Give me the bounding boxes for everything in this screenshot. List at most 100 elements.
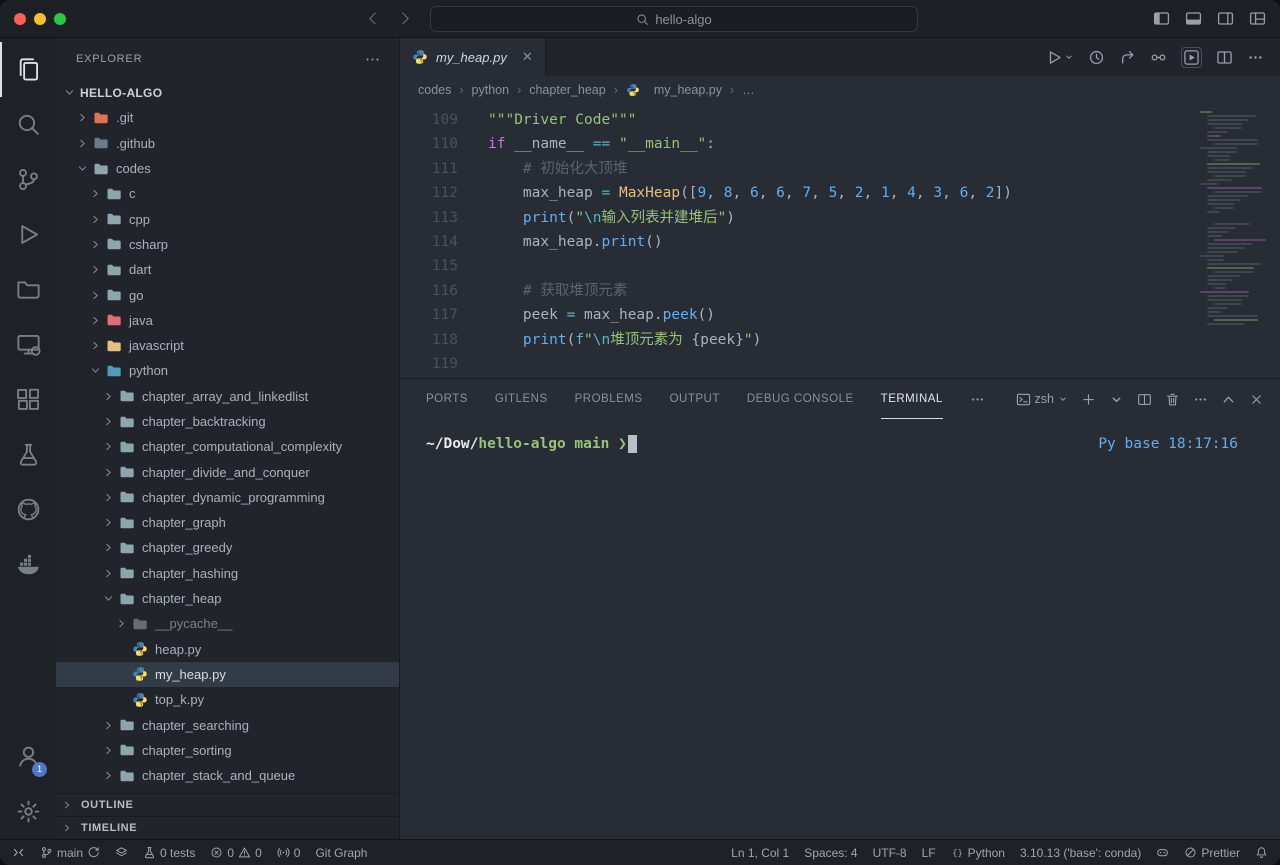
tree-item-chapter-backtracking[interactable]: chapter_backtracking xyxy=(56,409,399,434)
code-line-118[interactable]: 118 print(f"\n堆顶元素为 {peek}") xyxy=(400,328,1280,352)
tree-item-dart[interactable]: dart xyxy=(56,257,399,282)
tree-item-chapter-searching[interactable]: chapter_searching xyxy=(56,712,399,737)
code-line-117[interactable]: 117 peek = max_heap.peek() xyxy=(400,303,1280,327)
activity-project-manager[interactable] xyxy=(0,262,56,317)
activity-settings[interactable] xyxy=(0,784,56,839)
code-line-115[interactable]: 115 xyxy=(400,254,1280,278)
toggle-primary-sidebar-icon[interactable] xyxy=(1153,10,1170,27)
run-python-file-button[interactable] xyxy=(1046,49,1074,66)
panel-tab-debug-console[interactable]: DEBUG CONSOLE xyxy=(747,379,854,419)
tree-item-javascript[interactable]: javascript xyxy=(56,333,399,358)
tree-item-cpp[interactable]: cpp xyxy=(56,206,399,231)
code-line-112[interactable]: 112 max_heap = MaxHeap([9, 8, 6, 6, 7, 5… xyxy=(400,181,1280,205)
tree-item-top-k-py[interactable]: top_k.py xyxy=(56,687,399,712)
toggle-secondary-sidebar-icon[interactable] xyxy=(1217,10,1234,27)
run-or-debug-button[interactable] xyxy=(1181,47,1202,68)
tree-item-chapter-divide-and-conquer[interactable]: chapter_divide_and_conquer xyxy=(56,459,399,484)
tree-item-chapter-dynamic-programming[interactable]: chapter_dynamic_programming xyxy=(56,485,399,510)
breadcrumb-python[interactable]: python xyxy=(472,83,510,97)
status-problems-status[interactable]: 00 xyxy=(210,846,261,860)
code-line-119[interactable]: 119 xyxy=(400,352,1280,376)
section-timeline[interactable]: TIMELINE xyxy=(56,816,399,839)
status-cursor-position[interactable]: Ln 1, Col 1 xyxy=(731,846,789,860)
activity-accounts[interactable]: 1 xyxy=(0,729,56,784)
section-outline[interactable]: OUTLINE xyxy=(56,793,399,816)
status-python-interpreter[interactable]: 3.10.13 ('base': conda) xyxy=(1020,846,1141,860)
tree-item-hello-algo[interactable]: HELLO-ALGO xyxy=(56,80,399,105)
activity-github[interactable] xyxy=(0,482,56,537)
file-history-button[interactable] xyxy=(1088,49,1105,66)
tree-item-csharp[interactable]: csharp xyxy=(56,232,399,257)
status-eol[interactable]: LF xyxy=(922,846,936,860)
status-remote-indicator[interactable] xyxy=(12,846,25,859)
tree-item-my-heap-py[interactable]: my_heap.py xyxy=(56,662,399,687)
more-actions-button[interactable] xyxy=(1247,49,1264,66)
tree-item-c[interactable]: c xyxy=(56,181,399,206)
tree-item-git[interactable]: .git xyxy=(56,105,399,130)
status-notifications[interactable] xyxy=(1255,846,1268,859)
minimize-window-button[interactable] xyxy=(34,13,46,25)
compare-button[interactable] xyxy=(1150,49,1167,66)
tree-item-java[interactable]: java xyxy=(56,308,399,333)
status-prettier-status[interactable]: Prettier xyxy=(1184,846,1240,860)
tree-item-github[interactable]: .github xyxy=(56,131,399,156)
new-terminal-dropdown-button[interactable] xyxy=(1109,392,1124,407)
status-tests-status[interactable]: 0 tests xyxy=(143,846,195,860)
zoom-window-button[interactable] xyxy=(54,13,66,25)
activity-remote-explorer[interactable] xyxy=(0,317,56,372)
code-line-113[interactable]: 113 print("\n输入列表并建堆后") xyxy=(400,206,1280,230)
terminal-more-actions-button[interactable] xyxy=(1193,392,1208,407)
minimap[interactable] xyxy=(1200,103,1274,327)
activity-explorer[interactable] xyxy=(0,42,56,97)
activity-search[interactable] xyxy=(0,97,56,152)
forward-icon[interactable] xyxy=(397,10,414,27)
tree-item-pycache[interactable]: __pycache__ xyxy=(56,611,399,636)
toggle-panel-icon[interactable] xyxy=(1185,10,1202,27)
activity-extensions[interactable] xyxy=(0,372,56,427)
command-center-search[interactable]: hello-algo xyxy=(430,6,918,32)
panel-tab-gitlens[interactable]: GITLENS xyxy=(495,379,548,419)
tab-my-heap-py[interactable]: my_heap.py ✕ xyxy=(400,38,546,76)
customize-layout-icon[interactable] xyxy=(1249,10,1266,27)
tree-item-chapter-hashing[interactable]: chapter_hashing xyxy=(56,561,399,586)
status-indentation[interactable]: Spaces: 4 xyxy=(804,846,857,860)
tree-item-go[interactable]: go xyxy=(56,282,399,307)
panel-tab-ports[interactable]: PORTS xyxy=(426,379,468,419)
status-language-mode[interactable]: {}Python xyxy=(951,846,1005,860)
split-editor-button[interactable] xyxy=(1216,49,1233,66)
panel-more-tabs-icon[interactable] xyxy=(970,379,985,419)
breadcrumb-codes[interactable]: codes xyxy=(418,83,451,97)
code-editor[interactable]: 109"""Driver Code"""110if __name__ == "_… xyxy=(400,103,1280,378)
tree-item-chapter-graph[interactable]: chapter_graph xyxy=(56,510,399,535)
tree-item-chapter-sorting[interactable]: chapter_sorting xyxy=(56,738,399,763)
tree-item-heap-py[interactable]: heap.py xyxy=(56,637,399,662)
terminal[interactable]: ~/Dow/hello-algo main ❯ Py base 18:17:16 xyxy=(400,419,1280,839)
tree-item-codes[interactable]: codes xyxy=(56,156,399,181)
code-line-116[interactable]: 116 # 获取堆顶元素 xyxy=(400,279,1280,303)
code-line-110[interactable]: 110if __name__ == "__main__": xyxy=(400,132,1280,156)
status-git-graph[interactable]: Git Graph xyxy=(315,846,367,860)
activity-run-debug[interactable] xyxy=(0,207,56,262)
status-branch-status[interactable]: main xyxy=(40,846,100,860)
panel-tab-output[interactable]: OUTPUT xyxy=(670,379,720,419)
panel-tab-terminal[interactable]: TERMINAL xyxy=(881,379,943,419)
breadcrumb-chapter-heap[interactable]: chapter_heap xyxy=(529,83,605,97)
shell-selector[interactable]: zsh xyxy=(1016,392,1068,407)
tree-item-chapter-array-and-linkedlist[interactable]: chapter_array_and_linkedlist xyxy=(56,384,399,409)
activity-docker[interactable] xyxy=(0,537,56,592)
open-changes-button[interactable] xyxy=(1119,49,1136,66)
status-encoding[interactable]: UTF-8 xyxy=(873,846,907,860)
split-terminal-button[interactable] xyxy=(1137,392,1152,407)
tree-item-chapter-heap[interactable]: chapter_heap xyxy=(56,586,399,611)
back-icon[interactable] xyxy=(364,10,381,27)
tree-item-chapter-stack-and-queue[interactable]: chapter_stack_and_queue xyxy=(56,763,399,788)
breadcrumb-[interactable]: … xyxy=(742,83,755,97)
new-terminal-button[interactable] xyxy=(1081,392,1096,407)
code-line-114[interactable]: 114 max_heap.print() xyxy=(400,230,1280,254)
tab-close-icon[interactable]: ✕ xyxy=(522,49,533,65)
tree-item-chapter-computational-complexity[interactable]: chapter_computational_complexity xyxy=(56,434,399,459)
status-copilot-status[interactable] xyxy=(1156,846,1169,859)
code-line-111[interactable]: 111 # 初始化大顶堆 xyxy=(400,157,1280,181)
tree-item-chapter-greedy[interactable]: chapter_greedy xyxy=(56,535,399,560)
activity-testing[interactable] xyxy=(0,427,56,482)
